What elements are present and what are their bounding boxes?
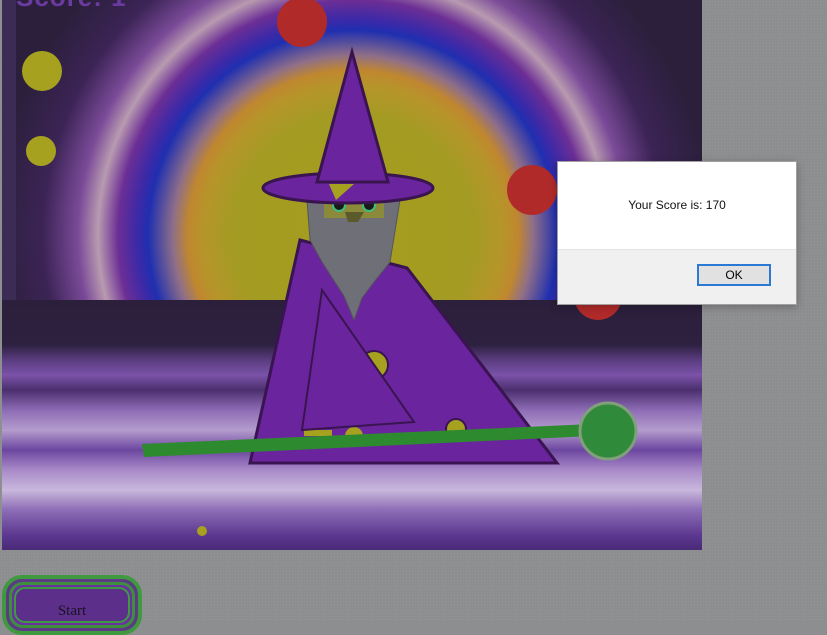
red-orb[interactable]: [277, 0, 327, 47]
robe-hem: [304, 430, 332, 436]
red-orb[interactable]: [507, 165, 557, 215]
yellow-orb[interactable]: [26, 136, 56, 166]
start-button-ring: Start: [9, 582, 135, 628]
start-button-label: Start: [14, 587, 130, 623]
start-button[interactable]: Start: [2, 575, 142, 635]
score-message: Your Score is: 170: [628, 198, 726, 212]
score-alert-dialog: Your Score is: 170 OK: [557, 161, 797, 305]
dialog-footer: OK: [558, 249, 796, 304]
staff-orb: [578, 401, 638, 461]
yellow-orb[interactable]: [197, 526, 207, 536]
wizard-hat-cone: [315, 46, 390, 184]
yellow-orb[interactable]: [22, 51, 62, 91]
ok-button[interactable]: OK: [697, 264, 771, 286]
